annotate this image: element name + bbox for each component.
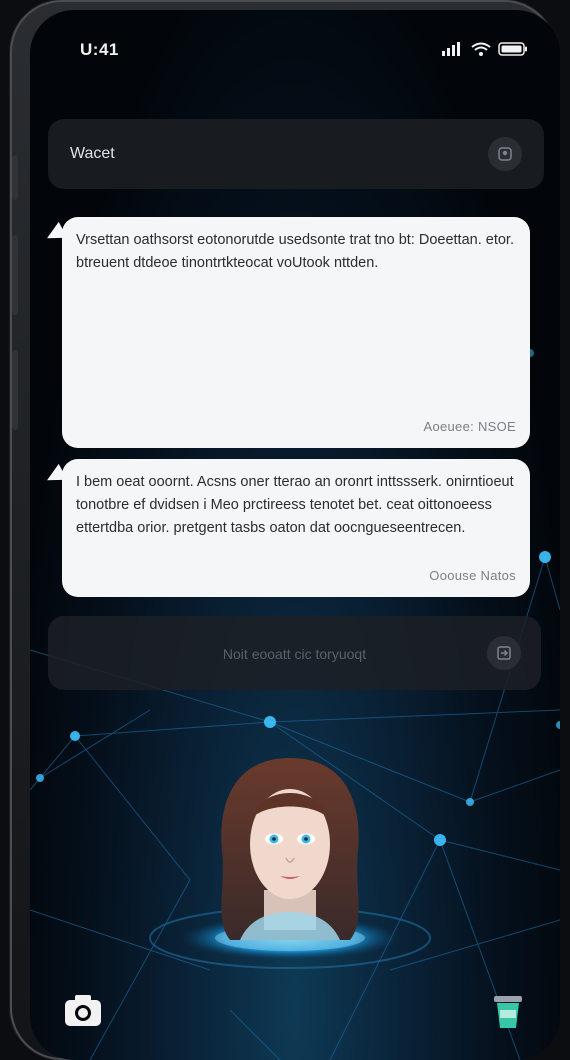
message-bubble: Vrsettan oathsorst eotonorutde usedsonte… bbox=[62, 217, 530, 448]
message-meta: Aoeuee: NSOE bbox=[423, 419, 516, 434]
cup-icon[interactable] bbox=[488, 990, 528, 1030]
input-placeholder: Noit eooatt cic toryuoqt bbox=[222, 646, 367, 662]
avatar bbox=[149, 758, 431, 969]
message-text: I bem oeat ooornt. Acsns oner tterao an … bbox=[76, 474, 514, 536]
volume-down-button bbox=[12, 350, 18, 430]
search-bar[interactable]: Wacet bbox=[48, 119, 544, 189]
screen: U:41 Wacet Vrsettan oathsorst eotonorutd… bbox=[30, 10, 560, 1060]
message-bubble: I bem oeat ooornt. Acsns oner tterao an … bbox=[62, 459, 530, 597]
phone-frame: U:41 Wacet Vrsettan oathsorst eotonorutd… bbox=[10, 0, 560, 1060]
profile-icon bbox=[498, 147, 512, 161]
message-input[interactable]: Noit eooatt cic toryuoqt bbox=[48, 616, 541, 690]
wifi-icon bbox=[471, 42, 491, 56]
status-bar: U:41 bbox=[30, 40, 560, 64]
camera-icon[interactable] bbox=[62, 990, 104, 1030]
clock: U:41 bbox=[80, 40, 119, 59]
message-meta: Ooouse Natos bbox=[429, 568, 516, 583]
signal-icon bbox=[442, 42, 460, 56]
search-label: Wacet bbox=[70, 145, 115, 162]
send-button[interactable] bbox=[487, 636, 521, 670]
profile-button[interactable] bbox=[488, 137, 522, 171]
volume-up-button bbox=[12, 235, 18, 315]
battery-icon bbox=[498, 42, 527, 56]
send-icon bbox=[497, 646, 511, 660]
message-text: Vrsettan oathsorst eotonorutde usedsonte… bbox=[76, 232, 514, 271]
side-button bbox=[12, 155, 18, 200]
